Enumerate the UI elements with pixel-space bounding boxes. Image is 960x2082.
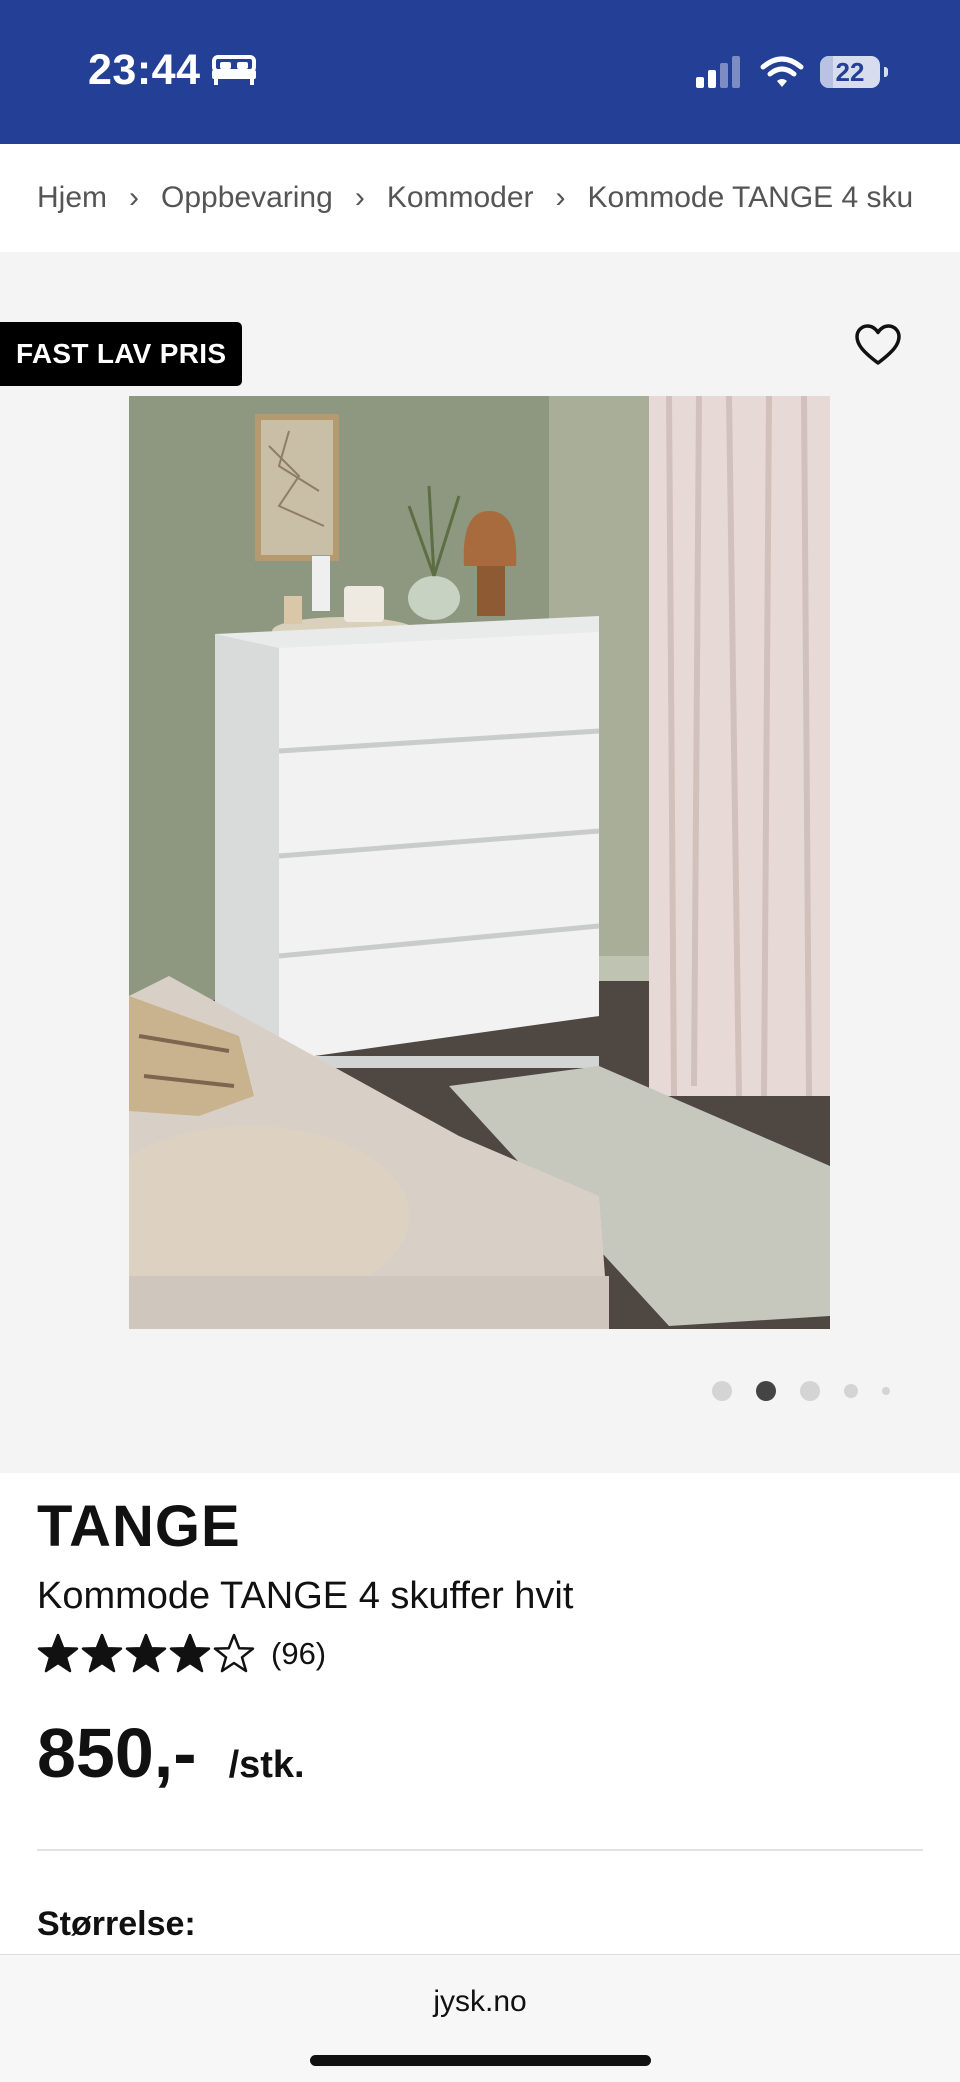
heart-outline-icon[interactable] <box>854 322 902 370</box>
carousel-dot[interactable] <box>882 1387 890 1395</box>
browser-address-bar[interactable]: jysk.no <box>0 1954 960 2082</box>
price-row: 850,- /stk. <box>37 1713 305 1793</box>
battery-percentage: 22 <box>835 56 865 87</box>
star-filled-icon <box>37 1633 79 1673</box>
product-brand: TANGE <box>37 1494 241 1559</box>
breadcrumb-item-hjem[interactable]: Hjem <box>37 181 107 215</box>
carousel-dot[interactable] <box>844 1384 858 1398</box>
battery-level <box>820 56 834 88</box>
battery-icon: 22 <box>820 56 888 88</box>
wifi-icon <box>760 56 804 87</box>
review-count[interactable]: (96) <box>271 1636 326 1672</box>
home-indicator <box>310 2055 651 2066</box>
rating-stars <box>37 1633 257 1675</box>
carousel-dot[interactable] <box>712 1381 732 1401</box>
carousel-dot[interactable] <box>800 1381 820 1401</box>
star-filled-icon <box>81 1633 123 1673</box>
breadcrumb-item-current: Kommode TANGE 4 sku <box>587 181 914 214</box>
status-icons: 22 <box>696 52 888 92</box>
breadcrumb-item-oppbevaring[interactable]: Oppbevaring <box>161 181 333 215</box>
carousel-dots[interactable] <box>688 1381 890 1401</box>
signal-icon <box>696 56 740 88</box>
status-bar: 23:44 22 <box>0 0 960 144</box>
clock: 23:44 <box>88 45 201 94</box>
product-name: Kommode TANGE 4 skuffer hvit <box>37 1575 574 1617</box>
star-filled-icon <box>125 1633 167 1673</box>
size-label: Størrelse: <box>37 1905 196 1943</box>
price-badge: FAST LAV PRIS <box>0 322 243 386</box>
carousel-dot-active[interactable] <box>756 1381 776 1401</box>
breadcrumb-separator-icon: › <box>354 181 365 214</box>
price: 850,- <box>37 1714 197 1792</box>
url-text[interactable]: jysk.no <box>0 1985 960 2019</box>
price-unit: /stk. <box>228 1744 305 1786</box>
divider <box>37 1849 923 1851</box>
star-outline-icon <box>213 1633 255 1673</box>
breadcrumb-item-kommoder[interactable]: Kommoder <box>387 181 534 215</box>
bed-icon <box>212 55 257 85</box>
breadcrumb-separator-icon: › <box>129 181 140 214</box>
product-gallery[interactable]: FAST LAV PRIS <box>0 252 960 1473</box>
rating[interactable]: (96) <box>37 1633 326 1675</box>
time-group: 23:44 <box>88 44 257 96</box>
breadcrumb-separator-icon: › <box>555 181 566 214</box>
product-photo[interactable] <box>129 396 830 1329</box>
battery-tip <box>884 67 888 77</box>
breadcrumb: Hjem › Oppbevaring › Kommoder › Kommode … <box>0 144 960 252</box>
star-filled-icon <box>169 1633 211 1673</box>
